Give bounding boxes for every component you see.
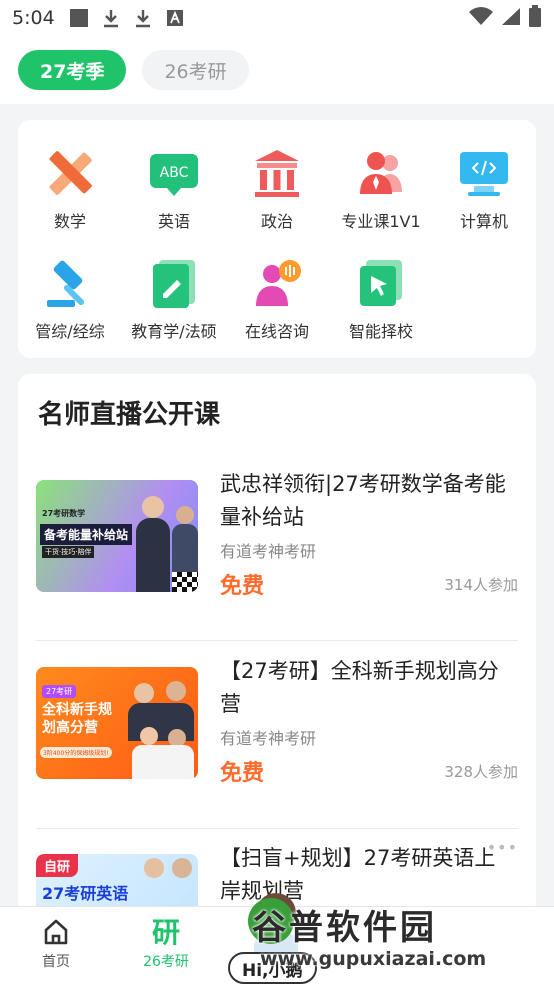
category-label: 计算机 [459, 212, 508, 231]
teacher-photo [136, 518, 170, 592]
tutor-icon [360, 152, 402, 194]
gavel-icon [47, 260, 85, 307]
live-course-section: 名师直播公开课 27考研数学 备考能量补给站 干货·技巧·陪伴 武忠祥领衔|27… [18, 374, 536, 914]
course-title[interactable]: 武忠祥领衔|27考研数学备考能量补给站 [220, 468, 516, 534]
teacher-photo [166, 681, 186, 701]
category-label: 管综/经综 [35, 322, 105, 341]
teacher-photo [140, 727, 158, 745]
nav-exam[interactable]: 研 26考研 [126, 917, 206, 971]
nav-label: 26考研 [143, 954, 189, 970]
course-price: 免费 [220, 574, 265, 599]
abc-board-icon: ABC [150, 154, 198, 196]
thumb-tag: 自研 [36, 854, 79, 877]
status-time: 5:04 [12, 7, 55, 29]
course-thumbnail[interactable]: 自研 27考研英语 [36, 854, 198, 914]
category-label: 专业课1V1 [341, 212, 421, 231]
teacher-photo [142, 496, 164, 518]
category-politics[interactable]: 政治 [225, 146, 329, 232]
top-tabs: 27考季 26考研 [0, 36, 554, 104]
category-english[interactable]: ABC 英语 [122, 146, 226, 232]
tab-27-season[interactable]: 27考季 [18, 50, 127, 90]
course-title[interactable]: 【27考研】全科新手规划高分营 [220, 655, 516, 721]
section-title: 名师直播公开课 [38, 400, 221, 430]
category-grid: 数学 ABC 英语 政治 专业课1V1 计算机 管综/经综 教育学/法硕 在线咨… [18, 120, 536, 358]
exam-glyph-icon: 研 [151, 916, 180, 949]
book-edit-icon [153, 260, 195, 308]
course-org: 有道考神考研 [220, 729, 317, 748]
more-icon[interactable]: ••• [487, 838, 518, 857]
svg-text:ABC: ABC [160, 165, 189, 181]
download-icon [133, 8, 153, 28]
home-icon [44, 919, 68, 945]
category-label: 数学 [53, 212, 86, 231]
category-professional[interactable]: 专业课1V1 [329, 146, 433, 232]
tab-26-exam[interactable]: 26考研 [142, 50, 249, 90]
course-price: 免费 [220, 761, 265, 786]
teacher-photo [134, 683, 154, 703]
nav-label: 首页 [42, 954, 70, 970]
teacher-photo [132, 745, 194, 779]
category-label: 政治 [260, 212, 293, 231]
category-education[interactable]: 教育学/法硕 [122, 256, 226, 342]
thumb-sub: 3阶400分的保姆级规划! [40, 747, 112, 758]
category-consult[interactable]: 在线咨询 [225, 256, 329, 342]
checker-decoration [172, 572, 198, 592]
thumb-sub: 干货·技巧·陪伴 [42, 546, 95, 558]
course-thumbnail[interactable]: 27考研 全科新手规划高分营 3阶400分的保姆级规划! [36, 667, 198, 779]
thumb-tag: 27考研数学 [42, 509, 86, 518]
category-management[interactable]: 管综/经综 [18, 256, 122, 342]
teacher-photo [172, 858, 192, 878]
font-a-icon [165, 8, 185, 28]
signal-icon [500, 6, 522, 31]
category-computer[interactable]: 计算机 [432, 146, 536, 232]
course-item[interactable]: 27考研数学 备考能量补给站 干货·技巧·陪伴 武忠祥领衔|27考研数学备考能量… [36, 464, 518, 614]
download-icon [101, 8, 121, 28]
course-count: 314人参加 [444, 576, 518, 594]
watermark-title: 谷普软件园 [252, 908, 437, 948]
consult-icon [256, 260, 301, 306]
category-math[interactable]: 数学 [18, 146, 122, 232]
category-label: 英语 [157, 212, 190, 231]
thumb-headline: 备考能量补给站 [40, 524, 133, 545]
course-count: 328人参加 [444, 763, 518, 781]
divider [36, 640, 518, 641]
thumb-tag: 27考研 [42, 685, 77, 698]
category-school-select[interactable]: 智能择校 [329, 256, 433, 342]
status-bar: 5:04 [0, 0, 554, 36]
building-icon [255, 150, 299, 197]
battery-icon [528, 4, 542, 32]
teacher-photo [172, 524, 198, 574]
nav-home[interactable]: 首页 [16, 917, 96, 971]
course-item[interactable]: 27考研 全科新手规划高分营 3阶400分的保姆级规划! 【27考研】全科新手规… [36, 651, 518, 801]
wifi-icon [468, 6, 494, 31]
category-label: 在线咨询 [244, 322, 309, 341]
thumb-headline: 27考研英语 [42, 884, 129, 903]
course-org: 有道考神考研 [220, 542, 317, 561]
teacher-photo [176, 506, 194, 524]
divider [36, 828, 518, 829]
app-notification-icon [69, 8, 89, 28]
category-label: 智能择校 [348, 322, 413, 341]
category-label: 教育学/法硕 [131, 322, 217, 341]
watermark-url: www.gupuxiazai.com [260, 948, 487, 970]
cursor-select-icon [360, 260, 402, 306]
watermark: 谷普软件园 www.gupuxiazai.com [248, 892, 554, 984]
pencil-ruler-icon [49, 151, 92, 195]
thumb-headline: 全科新手规划高分营 [42, 702, 112, 736]
teacher-photo [144, 858, 164, 878]
computer-icon [460, 152, 508, 196]
course-thumbnail[interactable]: 27考研数学 备考能量补给站 干货·技巧·陪伴 [36, 480, 198, 592]
